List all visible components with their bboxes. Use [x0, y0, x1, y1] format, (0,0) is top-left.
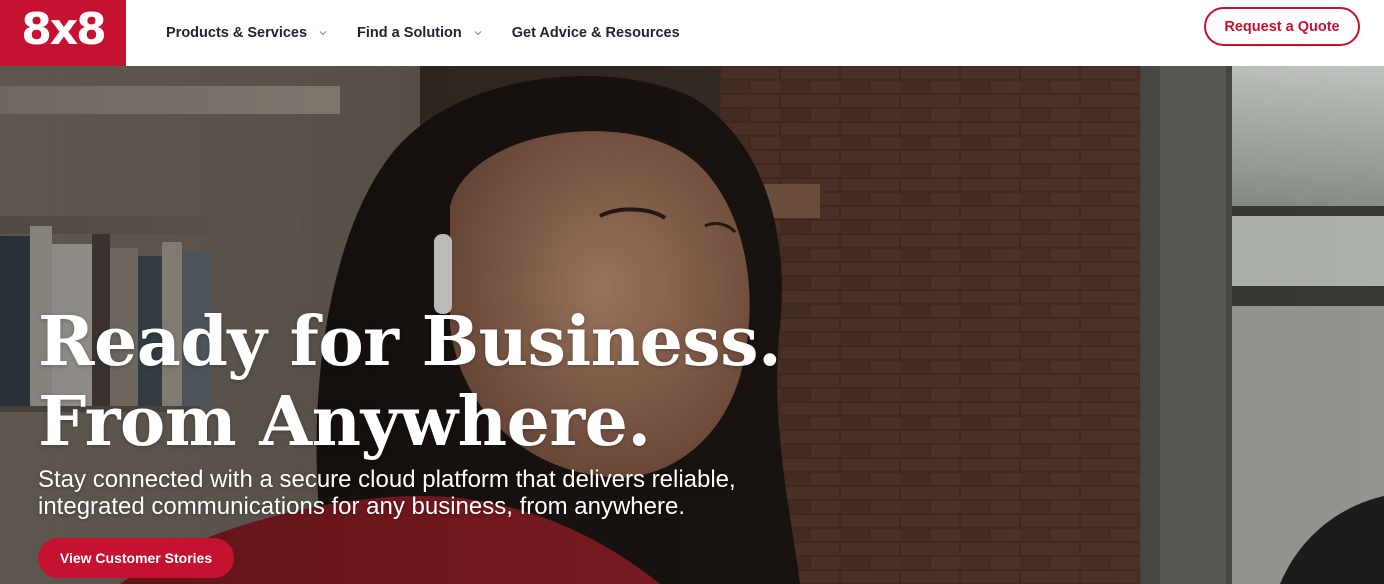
request-quote-button[interactable]: Request a Quote	[1204, 7, 1360, 46]
nav-item-products-services[interactable]: Products & Services	[166, 25, 327, 41]
nav-item-find-solution[interactable]: Find a Solution	[357, 25, 482, 41]
main-nav: Products & Services Find a Solution Get …	[166, 0, 710, 66]
hero-headline: Ready for Business. From Anywhere.	[38, 302, 782, 462]
hero-headline-line1: Ready for Business.	[38, 302, 782, 382]
nav-item-advice-resources[interactable]: Get Advice & Resources	[512, 25, 680, 41]
nav-item-label: Find a Solution	[357, 25, 462, 41]
hero-subtext-line2: integrated communications for any busine…	[38, 493, 685, 520]
nav-item-label: Get Advice & Resources	[511, 25, 680, 41]
logo-text: 8x8	[21, 4, 107, 55]
nav-item-label: Products & Services	[166, 25, 308, 41]
hero-subtext: Stay connected with a secure cloud platf…	[38, 466, 798, 520]
logo[interactable]: 8x8	[0, 0, 126, 66]
hero-section: Ready for Business. From Anywhere. Stay …	[0, 66, 1384, 584]
chevron-down-icon	[319, 29, 327, 37]
site-header: 8x8 Products & Services Find a Solution …	[0, 0, 1384, 66]
hero-subtext-line1: Stay connected with a secure cloud platf…	[38, 466, 736, 493]
hero-headline-line2: From Anywhere.	[38, 382, 651, 462]
chevron-down-icon	[474, 29, 482, 37]
view-customer-stories-button[interactable]: View Customer Stories	[38, 538, 234, 578]
